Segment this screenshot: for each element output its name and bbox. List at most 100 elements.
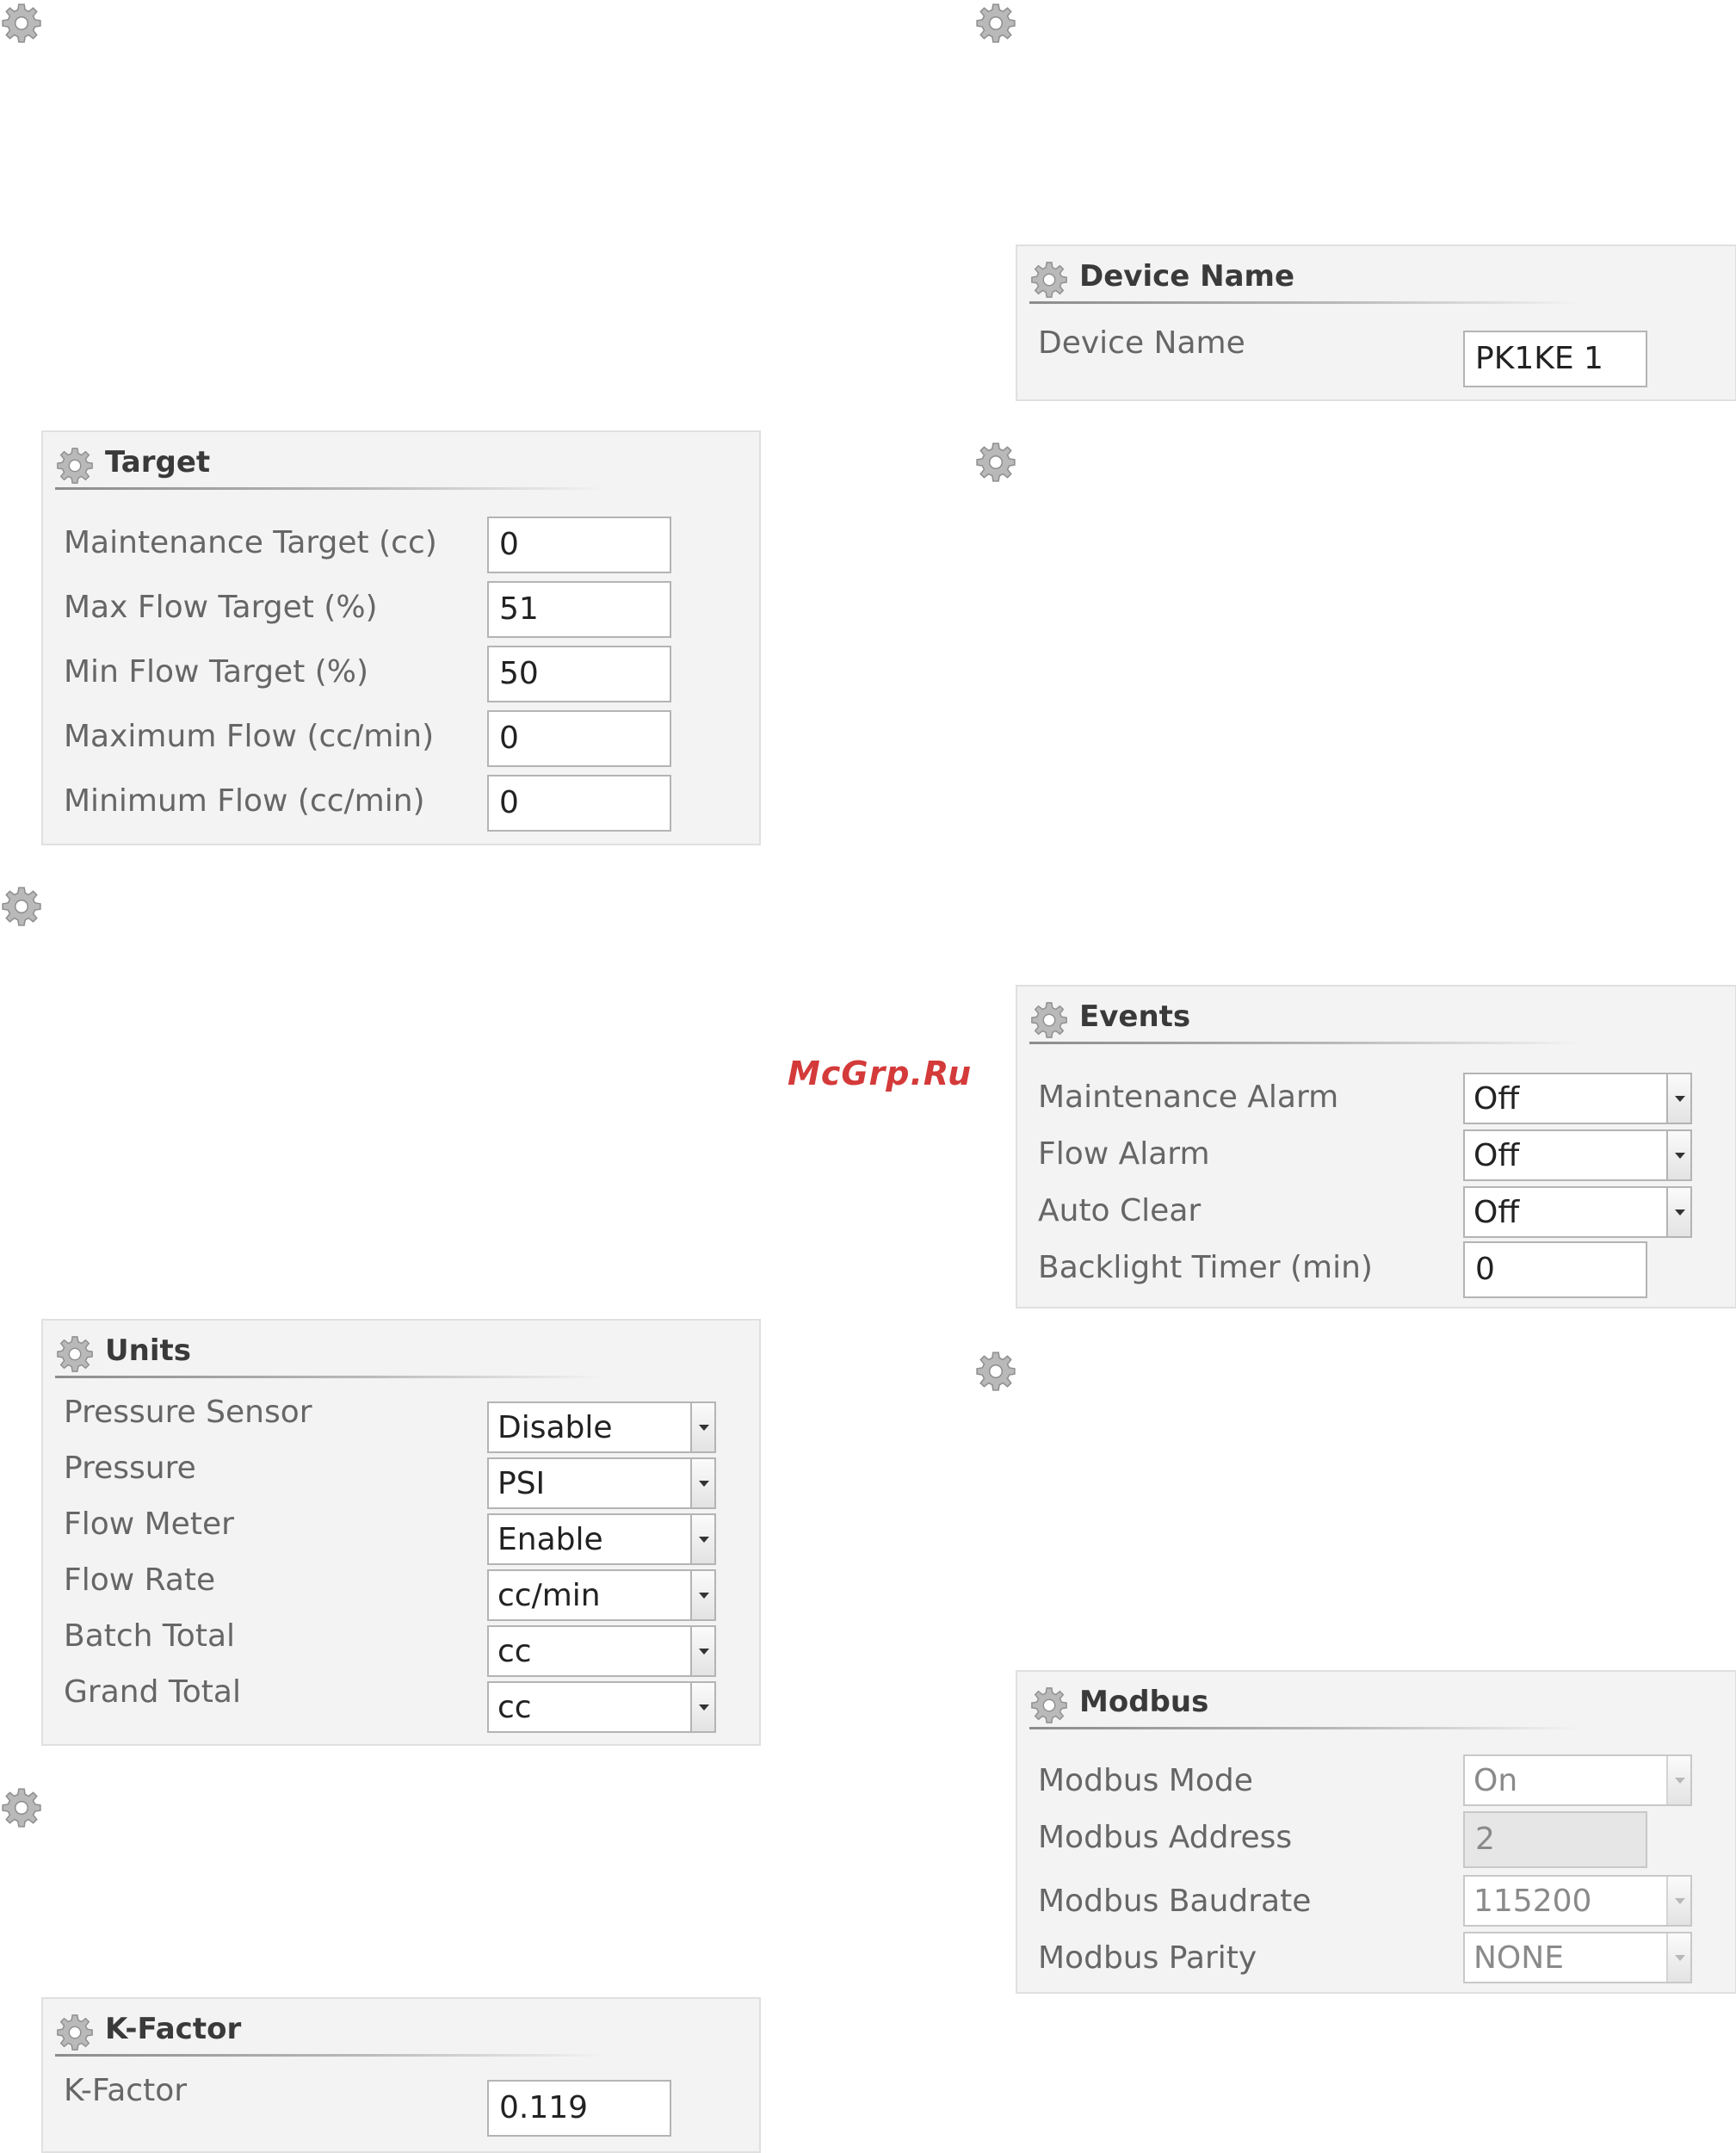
pressure-select[interactable]: PSI <box>487 1457 716 1509</box>
flow-rate-label: Flow Rate <box>64 1562 216 1598</box>
panel-header: Target <box>55 441 606 486</box>
divider <box>1029 1727 1580 1729</box>
grand-total-label: Grand Total <box>64 1674 241 1710</box>
gear-icon[interactable] <box>0 1786 43 1829</box>
chevron-down-icon[interactable] <box>1666 1188 1690 1236</box>
flow-meter-label: Flow Meter <box>64 1506 234 1542</box>
pressure-label: Pressure <box>64 1451 196 1486</box>
maximum-flow-input[interactable]: 0 <box>487 710 671 767</box>
events-panel: Events Maintenance Alarm Off Flow Alarm … <box>1016 985 1736 1309</box>
selected-value: On <box>1473 1763 1518 1798</box>
gear-icon <box>1029 1686 1069 1725</box>
flow-alarm-select[interactable]: Off <box>1463 1129 1692 1181</box>
units-panel: Units Pressure Sensor Disable Pressure P… <box>41 1319 761 1746</box>
modbus-address-label: Modbus Address <box>1038 1820 1293 1855</box>
panel-title: Modbus <box>1079 1685 1209 1719</box>
gear-icon[interactable] <box>0 885 43 928</box>
divider <box>1029 1042 1580 1044</box>
chevron-down-icon[interactable] <box>690 1515 714 1563</box>
panel-header: Units <box>55 1329 606 1374</box>
modbus-panel: Modbus Modbus Mode On Modbus Address 2 M… <box>1016 1670 1736 1994</box>
auto-clear-select[interactable]: Off <box>1463 1186 1692 1238</box>
maximum-flow-label: Maximum Flow (cc/min) <box>64 719 435 754</box>
selected-value: PSI <box>497 1466 546 1501</box>
gear-icon <box>1029 1000 1069 1040</box>
selected-value: 115200 <box>1473 1884 1592 1919</box>
panel-title: K-Factor <box>105 2012 242 2046</box>
gear-icon <box>55 2013 95 2052</box>
kfactor-input[interactable]: 0.119 <box>487 2080 671 2137</box>
batch-total-label: Batch Total <box>64 1618 236 1654</box>
divider <box>55 1376 606 1378</box>
gear-icon <box>55 1334 95 1374</box>
device-name-label: Device Name <box>1038 325 1245 361</box>
grand-total-select[interactable]: cc <box>487 1681 716 1733</box>
minimum-flow-label: Minimum Flow (cc/min) <box>64 783 425 819</box>
maintenance-target-label: Maintenance Target (cc) <box>64 525 437 560</box>
selected-value: cc/min <box>497 1578 601 1613</box>
minimum-flow-input[interactable]: 0 <box>487 775 671 832</box>
chevron-down-icon <box>1666 1933 1690 1982</box>
modbus-address-input: 2 <box>1463 1811 1647 1868</box>
backlight-timer-input[interactable]: 0 <box>1463 1241 1647 1298</box>
panel-header: K-Factor <box>55 2008 606 2052</box>
selected-value: NONE <box>1473 1940 1564 1976</box>
maintenance-alarm-label: Maintenance Alarm <box>1038 1080 1339 1115</box>
gear-icon[interactable] <box>974 2 1017 45</box>
device-name-panel: Device Name Device Name PK1KE 1 <box>1016 244 1736 401</box>
flow-alarm-label: Flow Alarm <box>1038 1136 1210 1172</box>
selected-value: Enable <box>497 1522 603 1557</box>
min-flow-target-input[interactable]: 50 <box>487 646 671 702</box>
panel-title: Events <box>1079 999 1191 1034</box>
chevron-down-icon[interactable] <box>690 1403 714 1451</box>
flow-rate-select[interactable]: cc/min <box>487 1569 716 1621</box>
chevron-down-icon[interactable] <box>1666 1131 1690 1179</box>
panel-title: Target <box>105 445 211 479</box>
selected-value: Off <box>1473 1195 1520 1230</box>
pressure-sensor-label: Pressure Sensor <box>64 1395 312 1430</box>
modbus-mode-label: Modbus Mode <box>1038 1763 1253 1798</box>
gear-icon[interactable] <box>0 2 43 45</box>
maintenance-alarm-select[interactable]: Off <box>1463 1073 1692 1124</box>
kfactor-label: K-Factor <box>64 2073 188 2108</box>
watermark-text: McGrp.Ru <box>788 1055 973 1092</box>
chevron-down-icon <box>1666 1756 1690 1804</box>
modbus-baudrate-label: Modbus Baudrate <box>1038 1884 1312 1919</box>
gear-icon[interactable] <box>974 441 1017 484</box>
target-panel: Target Maintenance Target (cc) 0 Max Flo… <box>41 430 761 845</box>
gear-icon <box>1029 260 1069 300</box>
modbus-mode-select: On <box>1463 1754 1692 1806</box>
chevron-down-icon[interactable] <box>690 1627 714 1675</box>
chevron-down-icon <box>1666 1877 1690 1925</box>
selected-value: cc <box>497 1634 532 1669</box>
modbus-parity-label: Modbus Parity <box>1038 1940 1257 1976</box>
chevron-down-icon[interactable] <box>1666 1074 1690 1123</box>
gear-icon <box>55 446 95 486</box>
flow-meter-select[interactable]: Enable <box>487 1513 716 1565</box>
selected-value: Disable <box>497 1410 613 1445</box>
batch-total-select[interactable]: cc <box>487 1625 716 1677</box>
panel-title: Units <box>105 1333 191 1368</box>
selected-value: Off <box>1473 1081 1520 1117</box>
maintenance-target-input[interactable]: 0 <box>487 517 671 573</box>
device-name-input[interactable]: PK1KE 1 <box>1463 331 1647 387</box>
modbus-parity-select: NONE <box>1463 1932 1692 1983</box>
min-flow-target-label: Min Flow Target (%) <box>64 654 369 690</box>
divider <box>55 487 606 490</box>
divider <box>55 2054 606 2057</box>
pressure-sensor-select[interactable]: Disable <box>487 1401 716 1453</box>
kfactor-panel: K-Factor K-Factor 0.119 <box>41 1997 761 2153</box>
chevron-down-icon[interactable] <box>690 1683 714 1731</box>
selected-value: cc <box>497 1690 532 1725</box>
chevron-down-icon[interactable] <box>690 1459 714 1507</box>
max-flow-target-label: Max Flow Target (%) <box>64 590 378 625</box>
backlight-timer-label: Backlight Timer (min) <box>1038 1250 1373 1285</box>
panel-header: Device Name <box>1029 255 1580 300</box>
chevron-down-icon[interactable] <box>690 1571 714 1619</box>
divider <box>1029 301 1580 304</box>
selected-value: Off <box>1473 1138 1520 1173</box>
gear-icon[interactable] <box>974 1350 1017 1393</box>
max-flow-target-input[interactable]: 51 <box>487 581 671 638</box>
panel-title: Device Name <box>1079 259 1295 294</box>
modbus-baudrate-select: 115200 <box>1463 1875 1692 1927</box>
